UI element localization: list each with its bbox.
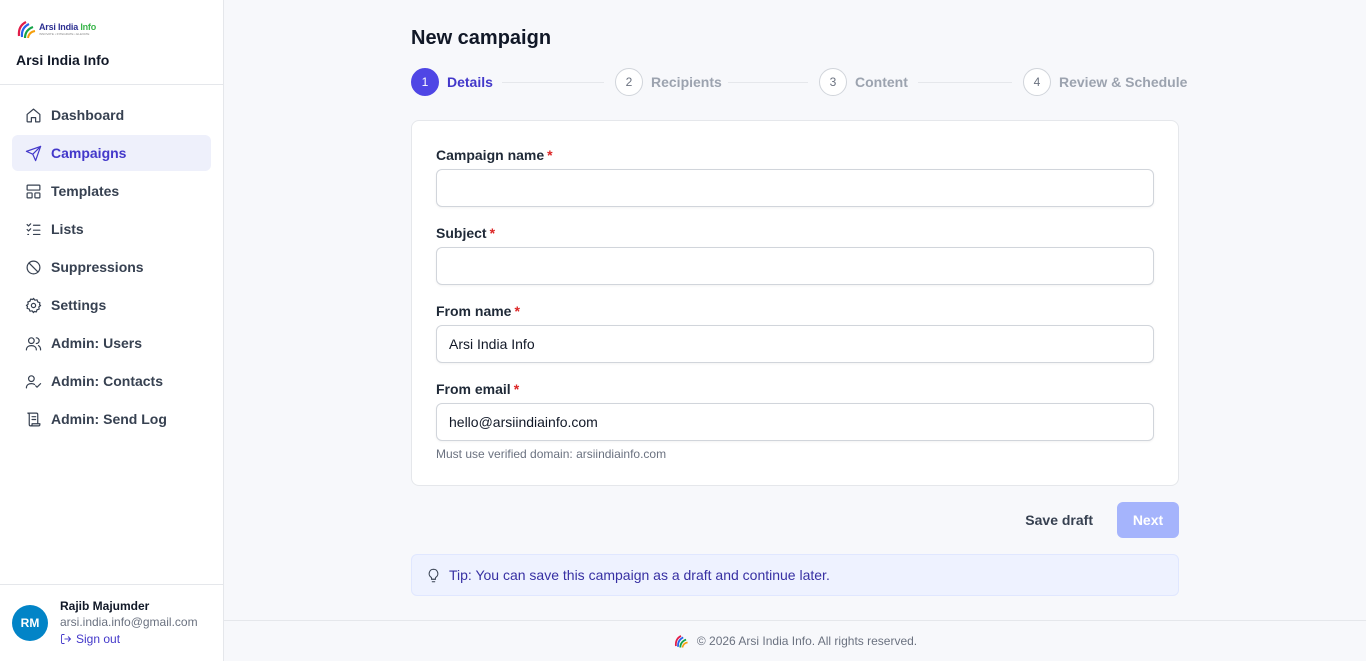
- logo-tagline: INNOVATE • INTEGRATE • ELEVATE: [39, 32, 90, 36]
- sidebar-item-label: Lists: [51, 221, 84, 237]
- gear-icon: [24, 296, 42, 314]
- subject-label-text: Subject: [436, 225, 487, 241]
- from-name-input[interactable]: [436, 325, 1154, 363]
- sidebar-item-label: Dashboard: [51, 107, 125, 123]
- step-number: 1: [411, 68, 439, 96]
- subject-label: Subject *: [436, 225, 495, 241]
- campaign-name-label: Campaign name *: [436, 147, 553, 163]
- footer-logo-icon: [673, 633, 689, 649]
- details-form-card: Campaign name* Subject* From name* From …: [411, 120, 1179, 486]
- lightbulb-icon: [428, 568, 439, 582]
- sign-out-link[interactable]: Sign out: [60, 630, 198, 648]
- step-recipients[interactable]: 2 Recipients: [615, 68, 722, 96]
- step-content[interactable]: 3 Content: [819, 68, 908, 96]
- from-name-label: From name *: [436, 303, 520, 319]
- layout-icon: [24, 182, 42, 200]
- step-details[interactable]: 1 Details: [411, 68, 493, 96]
- user-name: Rajib Majumder: [60, 599, 150, 613]
- from-email-hint: Must use verified domain: arsiindiainfo.…: [436, 447, 667, 461]
- required-marker: *: [547, 147, 553, 163]
- step-label: Recipients: [651, 74, 722, 90]
- scroll-icon: [24, 410, 42, 428]
- sidebar-item-campaigns[interactable]: Campaigns: [12, 135, 211, 171]
- logo-mark-icon: [16, 18, 36, 40]
- user-profile: RM Rajib Majumder arsi.india.info@gmail.…: [0, 584, 223, 661]
- step-connector: [728, 82, 808, 83]
- user-check-icon: [24, 372, 42, 390]
- sidebar-item-admin-send-log[interactable]: Admin: Send Log: [12, 401, 211, 437]
- sidebar-item-label: Campaigns: [51, 145, 127, 161]
- save-draft-button[interactable]: Save draft: [1009, 502, 1109, 538]
- brand-header: Arsi India Info INNOVATE • INTEGRATE • E…: [0, 0, 223, 85]
- footer: © 2026 Arsi India Info. All rights reser…: [224, 620, 1366, 661]
- main-area: New campaign 1 Details 2 Recipients 3 Co…: [224, 0, 1366, 661]
- list-check-icon: [24, 220, 42, 238]
- step-label: Details: [447, 74, 493, 90]
- sidebar-item-label: Templates: [51, 183, 120, 199]
- sidebar-item-settings[interactable]: Settings: [12, 287, 211, 323]
- sidebar-item-dashboard[interactable]: Dashboard: [12, 97, 211, 133]
- brand-logo[interactable]: Arsi India Info INNOVATE • INTEGRATE • E…: [16, 16, 207, 42]
- next-button[interactable]: Next: [1117, 502, 1179, 538]
- sidebar: Arsi India Info INNOVATE • INTEGRATE • E…: [0, 0, 224, 661]
- home-icon: [24, 106, 42, 124]
- tip-text: Tip: You can save this campaign as a dra…: [449, 567, 830, 583]
- from-name-label-text: From name: [436, 303, 512, 319]
- required-marker: *: [489, 225, 496, 241]
- sidebar-item-label: Admin: Send Log: [51, 411, 167, 427]
- required-marker: *: [514, 303, 520, 319]
- logo-text-secondary: Info: [80, 22, 97, 32]
- tip-banner: Tip: You can save this campaign as a dra…: [411, 554, 1179, 596]
- sidebar-nav: Dashboard Campaigns Templates Lists Supp…: [0, 85, 223, 437]
- required-marker: *: [513, 381, 520, 397]
- step-number: 2: [615, 68, 643, 96]
- sign-out-icon: [61, 634, 72, 644]
- avatar[interactable]: RM: [12, 605, 48, 641]
- step-review-schedule[interactable]: 4 Review & Schedule: [1023, 68, 1187, 96]
- from-email-label-text: From email: [436, 381, 511, 397]
- send-icon: [24, 144, 42, 162]
- page-title: New campaign: [411, 27, 552, 49]
- from-email-label: From email *: [436, 381, 519, 397]
- sidebar-item-admin-contacts[interactable]: Admin: Contacts: [12, 363, 211, 399]
- step-connector: [502, 82, 604, 83]
- campaign-name-input[interactable]: [436, 169, 1154, 207]
- sidebar-item-admin-users[interactable]: Admin: Users: [12, 325, 211, 361]
- sign-out-label: Sign out: [76, 632, 121, 646]
- sidebar-item-label: Settings: [51, 297, 107, 313]
- user-email: arsi.india.info@gmail.com: [60, 615, 198, 629]
- form-actions: Save draft Next: [1009, 502, 1179, 538]
- sidebar-item-templates[interactable]: Templates: [12, 173, 211, 209]
- users-icon: [24, 334, 42, 352]
- ban-icon: [24, 258, 42, 276]
- footer-copyright: © 2026 Arsi India Info. All rights reser…: [696, 634, 918, 648]
- sidebar-item-label: Suppressions: [51, 259, 144, 275]
- step-label: Review & Schedule: [1059, 74, 1188, 90]
- from-email-input[interactable]: [436, 403, 1154, 441]
- step-label: Content: [855, 74, 908, 90]
- step-connector: [918, 82, 1012, 83]
- sidebar-item-suppressions[interactable]: Suppressions: [12, 249, 211, 285]
- brand-name: Arsi India Info: [16, 52, 110, 68]
- sidebar-item-label: Admin: Users: [51, 335, 143, 351]
- sidebar-item-label: Admin: Contacts: [51, 373, 163, 389]
- logo-text-primary: Arsi India: [39, 22, 79, 32]
- step-number: 3: [819, 68, 847, 96]
- step-number: 4: [1023, 68, 1051, 96]
- subject-input[interactable]: [436, 247, 1154, 285]
- campaign-stepper: 1 Details 2 Recipients 3 Content 4 Revie…: [411, 68, 1187, 96]
- campaign-name-label-text: Campaign name: [436, 147, 545, 163]
- sidebar-item-lists[interactable]: Lists: [12, 211, 211, 247]
